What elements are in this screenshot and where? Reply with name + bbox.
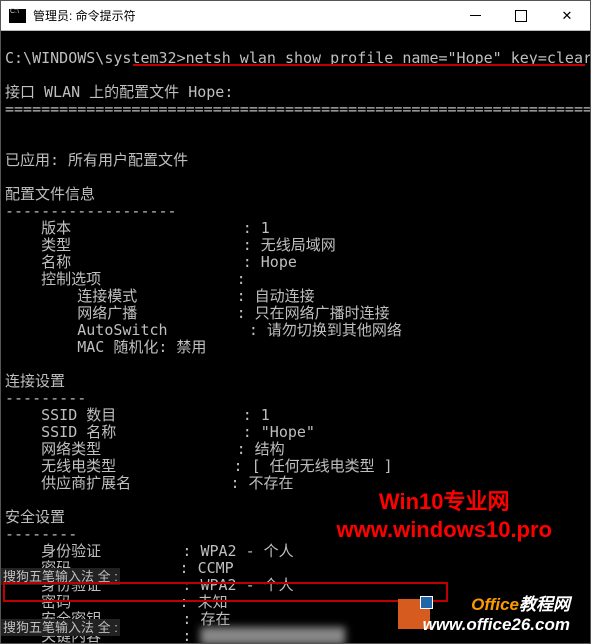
command-prompt-window: 管理员: 命令提示符 C:\WINDOWS\system32>netsh wla… xyxy=(0,0,591,644)
minimize-button[interactable] xyxy=(452,1,498,30)
interface-line: 接口 WLAN 上的配置文件 Hope: xyxy=(5,83,233,101)
ssidname-row: SSID 名称 : "Hope" xyxy=(5,423,315,441)
version-row: 版本 : 1 xyxy=(5,219,270,237)
nettype-row: 网络类型 : 结构 xyxy=(5,440,285,458)
ime-status-bar-2: 搜狗五笔输入法 全 : xyxy=(1,619,120,636)
autoswitch-row: AutoSwitch : 请勿切换到其他网络 xyxy=(5,321,402,339)
cipher2-row: 密码 : 未知 xyxy=(5,593,228,611)
type-row: 类型 : 无线局域网 xyxy=(5,236,336,254)
dashes: ------------------- xyxy=(5,202,177,220)
window-controls xyxy=(452,1,590,30)
ssidnum-row: SSID 数目 : 1 xyxy=(5,406,270,424)
separator: ========================================… xyxy=(5,100,590,118)
watermark-win10pro: Win10专业网www.windows10.pro xyxy=(336,488,552,544)
section-profile-info: 配置文件信息 xyxy=(5,185,95,203)
section-security: 安全设置 xyxy=(5,508,65,526)
macrand-row: MAC 随机化: 禁用 xyxy=(5,338,206,356)
terminal-output[interactable]: C:\WINDOWS\system32>netsh wlan show prof… xyxy=(1,31,590,643)
connmode-row: 连接模式 : 自动连接 xyxy=(5,287,315,305)
cmd-icon xyxy=(9,9,26,23)
radiotype-row: 无线电类型 : [ 任何无线电类型 ] xyxy=(5,457,393,475)
applied-line: 已应用: 所有用户配置文件 xyxy=(5,151,188,169)
sec-dashes: -------- xyxy=(5,525,77,543)
name-row: 名称 : Hope xyxy=(5,253,297,271)
broadcast-row: 网络广播 : 只在网络广播时连接 xyxy=(5,304,390,322)
vendor-row: 供应商扩展名 : 不存在 xyxy=(5,474,294,492)
office-logo-icon xyxy=(398,599,430,629)
conn-dashes: --------- xyxy=(5,389,86,407)
window-title: 管理员: 命令提示符 xyxy=(33,7,452,24)
ime-status-bar: 搜狗五笔输入法 全 : xyxy=(1,568,120,585)
maximize-button[interactable] xyxy=(498,1,544,30)
control-row: 控制选项 : xyxy=(5,270,246,288)
prompt-line: C:\WINDOWS\system32>netsh wlan show prof… xyxy=(5,49,590,67)
titlebar[interactable]: 管理员: 命令提示符 xyxy=(1,1,590,31)
command-underline xyxy=(133,64,585,66)
section-conn: 连接设置 xyxy=(5,372,65,390)
auth-row: 身份验证 : WPA2 - 个人 xyxy=(5,542,294,560)
close-button[interactable] xyxy=(544,1,590,30)
watermark-office: Office教程网www.office26.com xyxy=(423,595,570,635)
